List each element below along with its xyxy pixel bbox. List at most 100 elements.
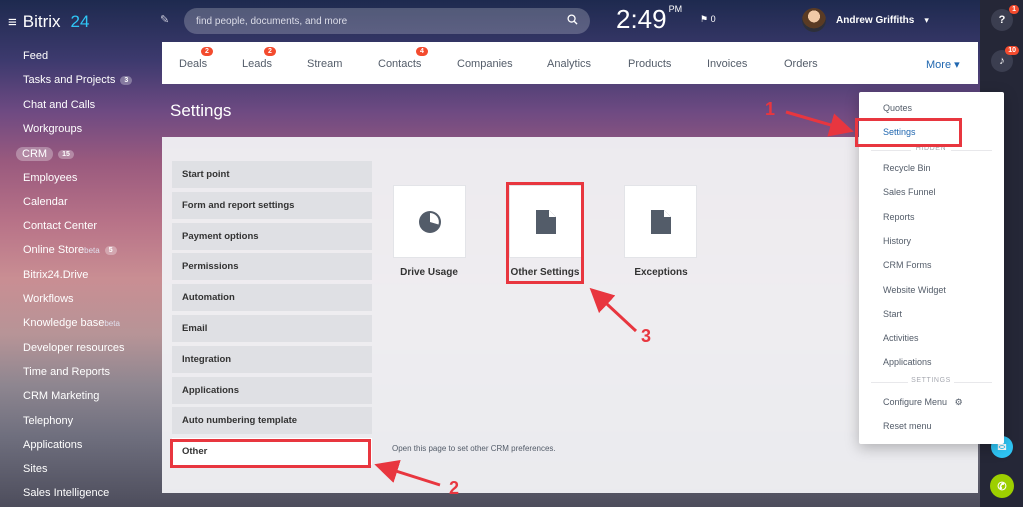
- dropdown-item-reset-menu[interactable]: Reset menu: [883, 421, 932, 431]
- bell-button[interactable]: ♪ 10: [991, 46, 1019, 72]
- sidebar-item[interactable]: Employees: [23, 172, 77, 184]
- search-input[interactable]: [196, 15, 567, 27]
- settings-menu-item[interactable]: Automation: [172, 284, 372, 312]
- sidebar-item-label: Tasks and Projects: [23, 74, 116, 87]
- arrow-1: [785, 110, 854, 137]
- search-bar[interactable]: [184, 8, 590, 34]
- sidebar-item[interactable]: Sales Intelligence: [23, 487, 109, 499]
- tab-item[interactable]: Orders: [784, 58, 818, 70]
- tab-label: Orders: [784, 58, 818, 70]
- flag-counter[interactable]: ⚑ 0: [700, 14, 716, 25]
- dropdown-item[interactable]: Activities: [883, 333, 919, 343]
- settings-menu-item[interactable]: Start point: [172, 161, 372, 188]
- dropdown-item[interactable]: Website Widget: [883, 285, 946, 295]
- sidebar-item[interactable]: Sites: [23, 463, 47, 475]
- sidebar-item[interactable]: CRM Marketing: [23, 390, 99, 402]
- configure-menu-label: Configure Menu: [883, 397, 948, 407]
- search-icon[interactable]: [567, 14, 578, 28]
- dropdown-item[interactable]: CRM Forms: [883, 260, 932, 270]
- sidebar-item-label: Workflows: [23, 293, 74, 305]
- sidebar-item[interactable]: Time and Reports: [23, 366, 110, 378]
- tab-item[interactable]: Contacts 4: [378, 47, 428, 70]
- dropdown-item[interactable]: Start: [883, 309, 902, 319]
- counter-badge: 5: [104, 245, 117, 255]
- sidebar-item-label: Knowledge base: [23, 317, 105, 330]
- sidebar-item[interactable]: Calendar: [23, 196, 68, 208]
- tab-item[interactable]: Invoices: [707, 58, 747, 70]
- settings-menu-item[interactable]: Payment options: [172, 222, 372, 250]
- page-title: Settings: [170, 101, 232, 120]
- sidebar-item-label: Workgroups: [23, 122, 83, 135]
- sidebar-item[interactable]: Feed: [23, 50, 48, 62]
- sidebar-item[interactable]: CRM 15: [16, 147, 74, 162]
- phone-icon: ✆: [997, 480, 1007, 493]
- dropdown-item[interactable]: Sales Funnel: [883, 187, 936, 197]
- tab-label: Invoices: [707, 58, 748, 70]
- tab-item[interactable]: Stream: [307, 58, 342, 70]
- call-button[interactable]: ✆: [990, 474, 1014, 498]
- gear-icon[interactable]: ⚙: [955, 397, 963, 407]
- clock[interactable]: 2:49 PM: [616, 4, 682, 35]
- sidebar-item[interactable]: Bitrix24.Drive: [23, 269, 88, 281]
- sidebar-item[interactable]: Developer resources: [23, 342, 125, 354]
- brand-name: Bitrix: [22, 12, 61, 31]
- sidebar-item[interactable]: Knowledge base beta: [23, 317, 120, 329]
- tab-item[interactable]: Deals 2: [179, 47, 213, 70]
- highlight-box-other-settings: [506, 182, 584, 284]
- clock-ampm: PM: [668, 4, 683, 14]
- exceptions-tile[interactable]: [624, 185, 697, 258]
- dropdown-item[interactable]: Recycle Bin: [883, 163, 931, 173]
- sidebar-item[interactable]: Online Store beta 5: [23, 244, 117, 256]
- sidebar-item-label: Online Store: [23, 244, 85, 257]
- sidebar-item-label: Sales Intelligence: [23, 487, 110, 500]
- settings-menu-item[interactable]: Form and report settings: [172, 191, 372, 219]
- sidebar-item[interactable]: Workflows: [23, 293, 74, 305]
- settings-menu-item[interactable]: Integration: [172, 345, 372, 373]
- tab-label: Stream: [307, 58, 343, 70]
- tab-item[interactable]: Leads 2: [242, 47, 276, 70]
- tab-label: Products: [628, 58, 672, 70]
- dropdown-item-configure-menu[interactable]: Configure Menu ⚙: [883, 397, 963, 408]
- settings-section-label: SETTINGS: [908, 377, 954, 384]
- highlight-box-settings: [855, 118, 962, 147]
- sidebar-item-label: Developer resources: [23, 341, 125, 354]
- settings-menu-item[interactable]: Permissions: [172, 253, 372, 281]
- sidebar-item[interactable]: Contact Center: [23, 220, 97, 232]
- help-button[interactable]: ? 1: [991, 5, 1019, 31]
- drive-usage-label[interactable]: Drive Usage: [364, 267, 494, 278]
- sidebar-item[interactable]: Chat and Calls: [23, 99, 95, 111]
- pencil-icon[interactable]: ✎: [160, 13, 169, 26]
- tab-badge: 2: [264, 47, 276, 56]
- settings-menu-item[interactable]: Applications: [172, 376, 372, 404]
- clock-time: 2:49: [616, 4, 667, 34]
- user-menu[interactable]: Andrew Griffiths ▾: [802, 8, 929, 32]
- tab-item[interactable]: Companies: [457, 58, 513, 70]
- document-icon: [651, 210, 671, 234]
- sidebar-item[interactable]: Workgroups: [23, 123, 82, 135]
- drive-usage-tile[interactable]: [393, 185, 466, 258]
- flag-icon: ⚑: [700, 14, 709, 24]
- sidebar-item[interactable]: Tasks and Projects 3: [23, 74, 133, 87]
- avatar[interactable]: [802, 8, 826, 32]
- sidebar-item[interactable]: Telephony: [23, 415, 73, 427]
- menu-icon[interactable]: ≡: [8, 14, 17, 31]
- dropdown-item[interactable]: Reports: [883, 212, 915, 222]
- dropdown-item-quotes[interactable]: Quotes: [883, 103, 912, 113]
- dropdown-item[interactable]: Applications: [883, 357, 932, 367]
- settings-menu-item[interactable]: Auto numbering template: [172, 407, 372, 435]
- tab-item[interactable]: Analytics: [547, 58, 591, 70]
- tab-item[interactable]: Products: [628, 58, 671, 70]
- tab-badge: 2: [201, 47, 213, 56]
- annotation-number-1: 1: [765, 99, 776, 119]
- sidebar-item-label: Feed: [23, 50, 49, 62]
- logo[interactable]: ≡ Bitrix 24: [8, 12, 89, 32]
- help-badge: 1: [1009, 5, 1019, 14]
- chevron-down-icon: ▾: [924, 14, 929, 25]
- dropdown-item[interactable]: History: [883, 236, 911, 246]
- exceptions-label[interactable]: Exceptions: [596, 267, 726, 278]
- sidebar-item[interactable]: Applications: [23, 439, 82, 451]
- tab-more[interactable]: More ▾: [926, 58, 960, 71]
- settings-menu-item[interactable]: Email: [172, 315, 372, 342]
- flag-count: 0: [710, 14, 716, 24]
- brand-number: 24: [70, 12, 90, 31]
